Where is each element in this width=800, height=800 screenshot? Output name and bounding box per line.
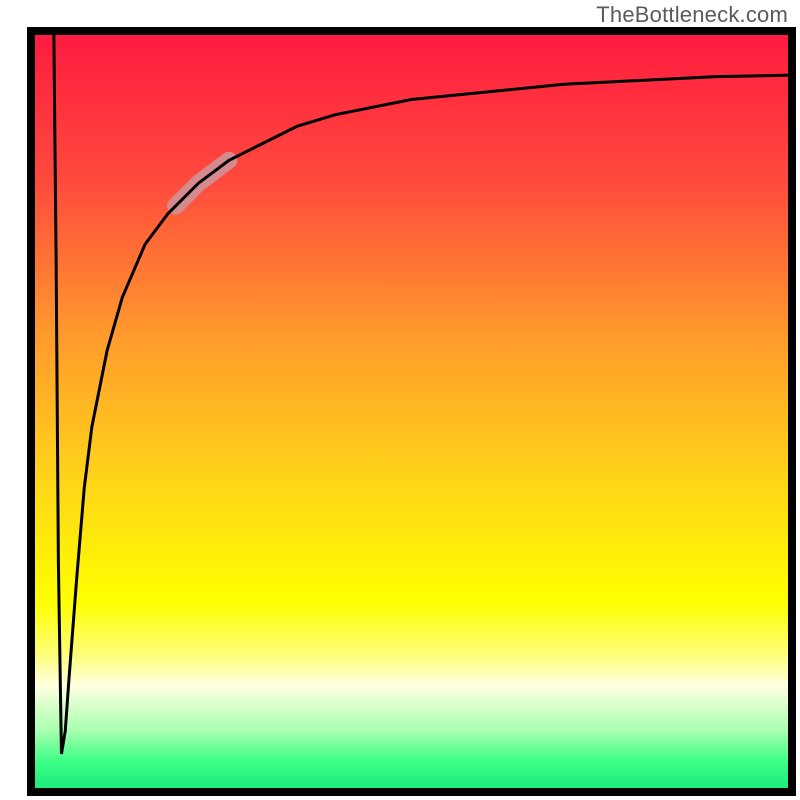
bottleneck-chart: [0, 0, 800, 800]
chart-stage: { "attribution": "TheBottleneck.com", "c…: [0, 0, 800, 800]
attribution-text: TheBottleneck.com: [596, 2, 788, 28]
chart-background-gradient: [31, 31, 792, 792]
